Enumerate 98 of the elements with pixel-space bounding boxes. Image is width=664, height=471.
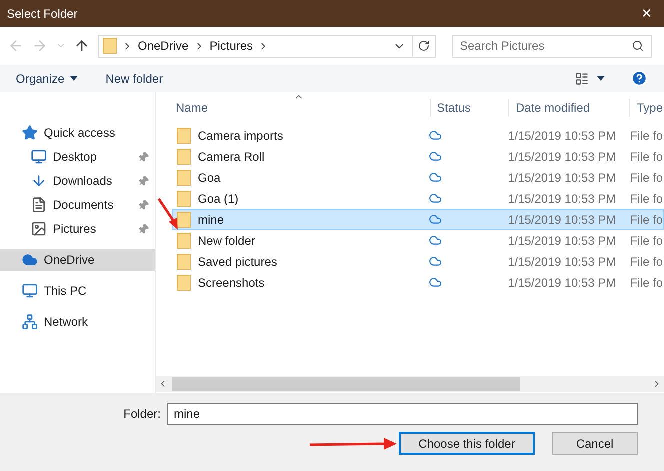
desktop-icon [31,149,47,165]
folder-icon [177,232,191,248]
date-cell-text: 1/15/2019 10:53 PM [507,254,618,270]
caret-icon [597,76,605,81]
folder-label: Folder: [124,406,161,423]
folder-icon [177,212,191,228]
date-cell-text: 1/15/2019 10:53 PM [507,190,618,208]
folder-row[interactable]: Camera imports 1/15/2019 10:53 PM File fo [172,125,664,146]
sidebar-item[interactable]: Documents [0,194,155,216]
sidebar-item[interactable]: Quick access [0,122,155,144]
breadcrumb-item[interactable]: Pictures [210,37,254,55]
star-icon [22,125,38,141]
sidebar-label: OneDrive [44,252,96,269]
cloud-icon [22,252,38,268]
folder-name: Saved pictures [198,254,278,270]
help-icon[interactable] [631,70,648,87]
type-cell-text: File fo [629,190,663,208]
search-icon[interactable] [632,40,644,52]
computer-icon [22,283,38,299]
folder-row[interactable]: Goa (1) 1/15/2019 10:53 PM File fo [172,188,664,209]
folder-icon [177,170,191,186]
sidebar-item[interactable]: Pictures [0,218,155,240]
folder-icon [177,128,191,144]
type-cell-text: File fo [629,232,663,250]
cloud-icon [429,171,442,184]
cloud-icon [429,150,442,163]
dialog-button[interactable]: Choose this folder [399,432,535,455]
folder-input[interactable]: mine [167,403,638,425]
type-cell-text: File fo [629,128,663,144]
sidebar-label: Network [44,314,90,331]
organize-menu[interactable]: Organize [16,70,78,88]
sidebar-label: Documents [53,197,115,214]
type-cell-text: File fo [629,274,663,292]
sidebar-label: Desktop [53,149,98,166]
cloud-icon [429,234,442,247]
folder-row[interactable]: mine 1/15/2019 10:53 PM File fo [172,209,664,230]
folder-row[interactable]: Goa 1/15/2019 10:53 PM File fo [172,167,664,188]
scrollbar-thumb[interactable] [172,377,520,391]
folder-icon [103,38,117,54]
cloud-icon [429,129,442,142]
date-cell-text: 1/15/2019 10:53 PM [507,170,618,186]
sidebar-item[interactable]: Downloads [0,170,155,192]
window-title: Select Folder [7,6,78,22]
horizontal-scrollbar[interactable] [156,376,664,392]
type-cell-text: File fo [629,254,663,270]
sidebar-label: This PC [44,283,88,300]
folder-name: Goa [198,170,221,186]
up-icon[interactable] [74,38,90,54]
picture-icon [31,221,47,237]
sidebar-label: Downloads [53,173,114,190]
column-header[interactable]: Type [630,99,664,117]
folder-icon [177,274,191,290]
close-button[interactable]: ✕ [630,0,664,27]
folder-name: mine [198,212,224,228]
sidebar-item[interactable]: Desktop [0,146,155,168]
sidebar-item[interactable]: Network [0,311,155,333]
column-header[interactable]: Name [156,99,431,117]
folder-name: Camera Roll [198,148,265,166]
folder-name: New folder [198,232,256,250]
column-header[interactable]: Status [431,99,509,117]
folder-icon [177,148,191,164]
folder-name: Goa (1) [198,190,239,208]
refresh-icon[interactable] [418,40,430,52]
search-field[interactable]: Search Pictures [452,34,652,58]
folder-icon [177,254,191,270]
type-cell-text: File fo [629,148,663,166]
new-folder-button[interactable]: New folder [106,70,164,88]
type-cell-text: File fo [629,170,663,186]
cloud-icon [429,276,442,289]
date-cell-text: 1/15/2019 10:53 PM [507,274,618,292]
folder-row[interactable]: Screenshots 1/15/2019 10:53 PM File fo [172,272,664,293]
view-options-icon[interactable] [575,72,589,86]
type-cell-text: File fo [629,212,663,228]
dialog-button[interactable]: Cancel [552,432,638,455]
folder-row[interactable]: Camera Roll 1/15/2019 10:53 PM File fo [172,146,664,167]
breadcrumb-item[interactable]: OneDrive [138,37,189,55]
cloud-icon [429,213,442,226]
date-cell-text: 1/15/2019 10:53 PM [507,148,618,166]
document-icon [31,197,47,213]
folder-row[interactable]: Saved pictures 1/15/2019 10:53 PM File fo [172,251,664,272]
folder-name: Camera imports [198,128,284,144]
column-header[interactable]: Date modified [509,99,630,117]
caret-icon [70,76,78,81]
sidebar-item[interactable]: OneDrive [0,249,155,271]
date-cell-text: 1/15/2019 10:53 PM [507,128,618,144]
date-cell-text: 1/15/2019 10:53 PM [507,212,618,228]
sidebar-item[interactable]: This PC [0,280,155,302]
address-bar[interactable]: OneDrive Pictures [98,34,436,58]
cloud-icon [429,192,442,205]
folder-row[interactable]: New folder 1/15/2019 10:53 PM File fo [172,230,664,251]
folder-icon [177,190,191,206]
network-icon [22,314,38,330]
folder-name: Screenshots [198,274,265,292]
sidebar-label: Pictures [53,221,98,238]
sidebar-label: Quick access [44,125,116,142]
cloud-icon [429,255,442,268]
download-icon [31,173,47,189]
date-cell-text: 1/15/2019 10:53 PM [507,232,618,250]
